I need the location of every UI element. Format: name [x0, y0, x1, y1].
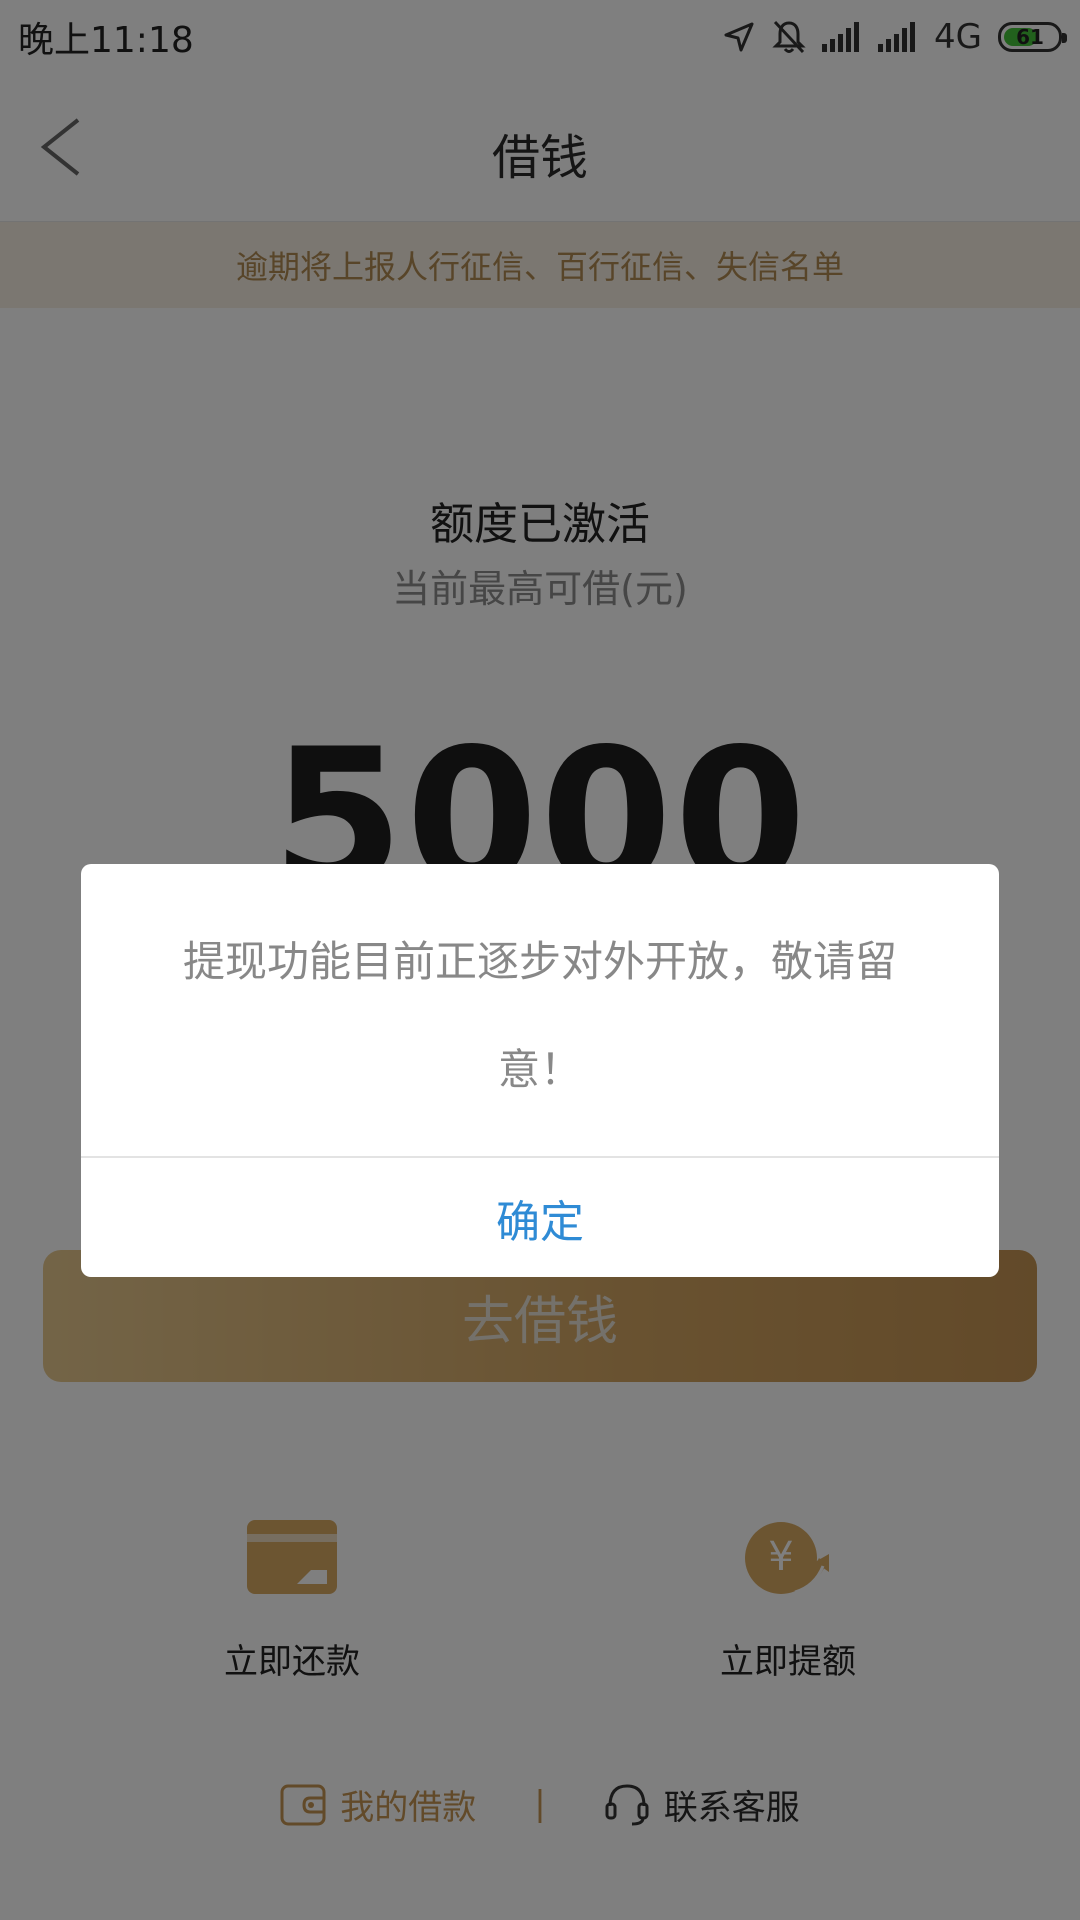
withdraw-dialog: 提现功能目前正逐步对外开放，敬请留意！ 确定: [81, 864, 999, 1277]
confirm-button[interactable]: 确定: [81, 1158, 999, 1277]
dialog-message: 提现功能目前正逐步对外开放，敬请留意！: [182, 937, 897, 1094]
